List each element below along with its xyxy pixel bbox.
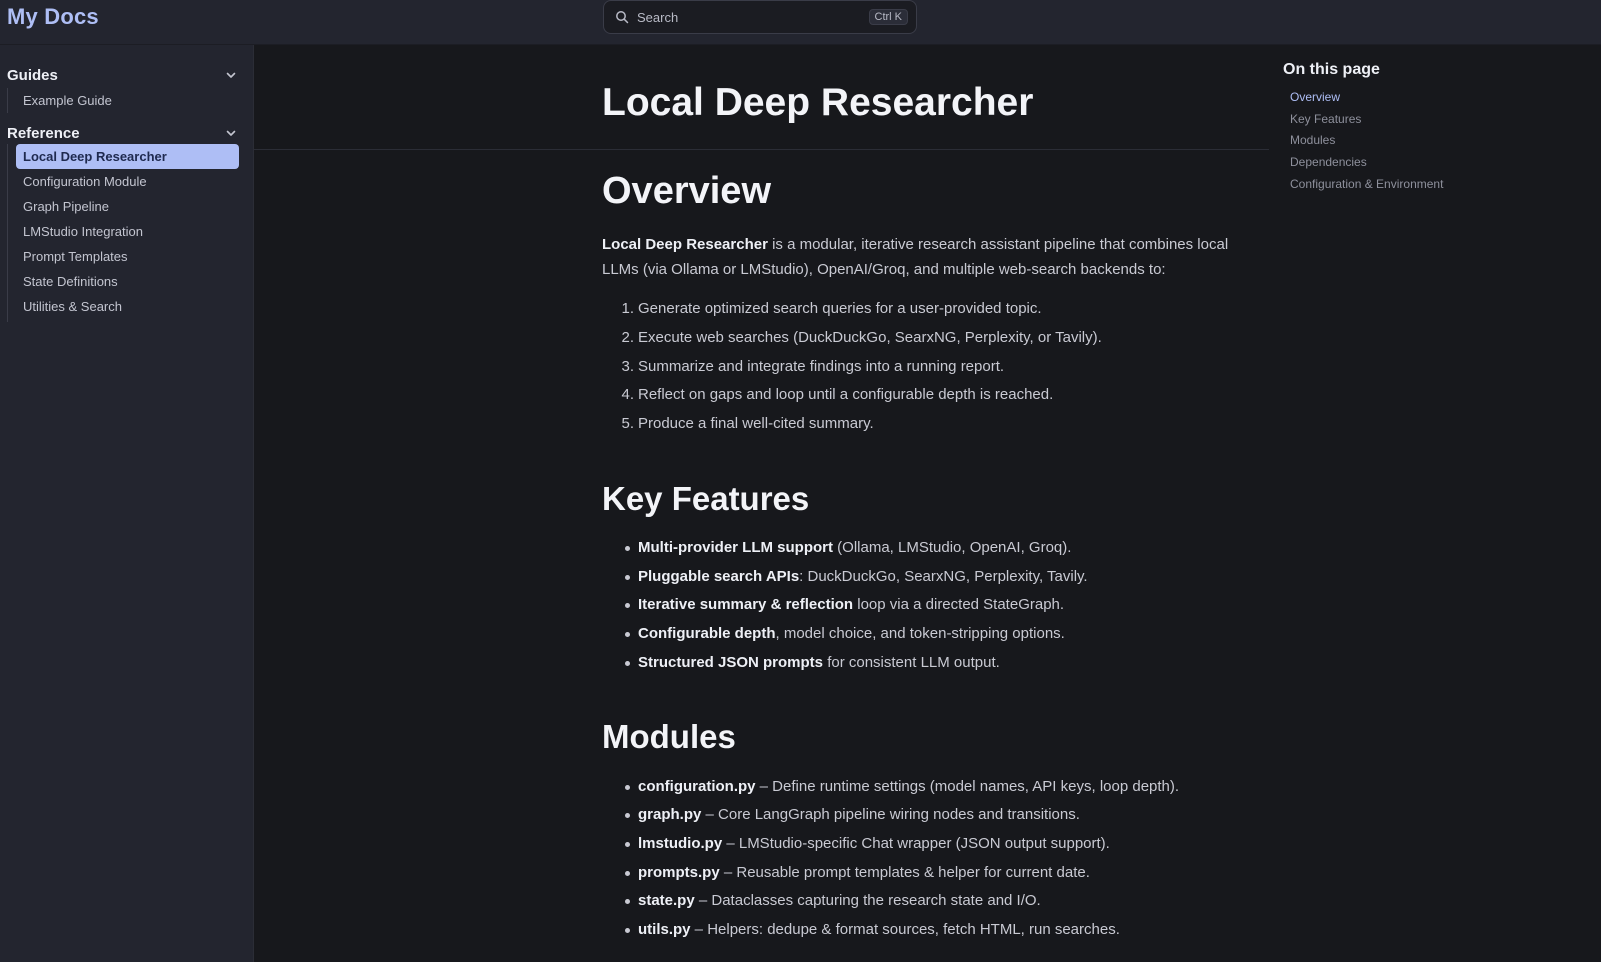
- sidebar-item-local-deep-researcher[interactable]: Local Deep Researcher: [16, 144, 239, 169]
- bullet: [625, 632, 630, 637]
- list-number: 3.: [621, 358, 634, 375]
- feature-bold: Configurable depth: [638, 625, 776, 642]
- bullet: [625, 928, 630, 933]
- list-item: Multi-provider LLM support (Ollama, LMSt…: [625, 539, 1072, 556]
- sidebar: Guides Example Guide Reference Local Dee…: [0, 45, 254, 962]
- page-title-bar: Local Deep Researcher: [254, 45, 1269, 150]
- sidebar-group-title: Guides: [7, 66, 58, 84]
- list-item: graph.py – Core LangGraph pipeline wirin…: [625, 806, 1080, 823]
- overview-intro: Local Deep Researcher is a modular, iter…: [602, 232, 1242, 282]
- list-number: 5.: [621, 415, 634, 432]
- sidebar-item-graph-pipeline[interactable]: Graph Pipeline: [16, 194, 239, 219]
- feature-text: for consistent LLM output.: [823, 654, 1000, 671]
- module-name: graph.py: [638, 806, 702, 823]
- list-item: 3. Summarize and integrate findings into …: [621, 358, 1005, 375]
- sidebar-group-reference[interactable]: Reference: [7, 122, 240, 144]
- feature-text: (Ollama, LMStudio, OpenAI, Groq).: [832, 539, 1072, 556]
- feature-text: loop via a directed StateGraph.: [853, 596, 1065, 613]
- list-item-text: Execute web searches (DuckDuckGo, SearxN…: [638, 329, 1102, 346]
- toc-item-key-features[interactable]: Key Features: [1290, 112, 1361, 126]
- intro-bold: Local Deep Researcher: [602, 236, 768, 253]
- toc-item-overview[interactable]: Overview: [1290, 90, 1340, 104]
- module-text: – LMStudio-specific Chat wrapper (JSON o…: [722, 835, 1110, 852]
- search-box[interactable]: Search Ctrl K: [603, 0, 917, 34]
- sidebar-group-title: Reference: [7, 124, 80, 142]
- site-title[interactable]: My Docs: [7, 4, 99, 30]
- feature-bold: Pluggable search APIs: [638, 568, 800, 585]
- list-item-text: Generate optimized search queries for a …: [638, 300, 1042, 317]
- list-item: Structured JSON prompts for consistent L…: [625, 654, 1000, 671]
- module-name: prompts.py: [638, 864, 720, 881]
- bullet: [625, 575, 630, 580]
- search-icon: [616, 11, 629, 24]
- feature-text: , model choice, and token-stripping opti…: [775, 625, 1065, 642]
- module-text: – Define runtime settings (model names, …: [755, 778, 1180, 795]
- list-item-text: Reflect on gaps and loop until a configu…: [638, 386, 1054, 403]
- module-name: lmstudio.py: [638, 835, 723, 852]
- list-number: 2.: [621, 329, 634, 346]
- list-item: 4. Reflect on gaps and loop until a confi…: [621, 386, 1054, 403]
- page-title: Local Deep Researcher: [602, 81, 1034, 124]
- sidebar-list-guides: Example Guide: [7, 88, 112, 113]
- module-text: – Reusable prompt templates & helper for…: [719, 864, 1090, 881]
- module-text: – Dataclasses capturing the research sta…: [694, 892, 1041, 909]
- feature-bold: Iterative summary & reflection: [638, 596, 854, 613]
- list-item: prompts.py – Reusable prompt templates &…: [625, 864, 1090, 881]
- list-item: 2. Execute web searches (DuckDuckGo, Sear…: [621, 329, 1102, 346]
- sidebar-group-guides[interactable]: Guides: [7, 64, 240, 86]
- heading-modules: Modules: [602, 718, 736, 755]
- list-item-text: Summarize and integrate findings into a …: [638, 358, 1005, 375]
- module-name: configuration.py: [638, 778, 756, 795]
- sidebar-item-utilities-search[interactable]: Utilities & Search: [16, 294, 239, 319]
- list-number: 4.: [621, 386, 634, 403]
- toc-item-dependencies[interactable]: Dependencies: [1290, 155, 1367, 169]
- feature-bold: Structured JSON prompts: [638, 654, 824, 671]
- search-label: Search: [637, 9, 679, 25]
- list-item: 1. Generate optimized search queries for …: [621, 300, 1042, 317]
- module-text: – Core LangGraph pipeline wiring nodes a…: [701, 806, 1080, 823]
- list-item: Iterative summary & reflection loop via …: [625, 596, 1065, 613]
- list-item-text: Produce a final well-cited summary.: [638, 415, 874, 432]
- module-text: – Helpers: dedupe & format sources, fetc…: [690, 921, 1120, 938]
- sidebar-item-state-definitions[interactable]: State Definitions: [16, 269, 239, 294]
- sidebar-list-reference: Local Deep Researcher Configuration Modu…: [7, 144, 239, 322]
- list-item: 5. Produce a final well-cited summary.: [621, 415, 874, 432]
- heading-key-features: Key Features: [602, 480, 810, 517]
- list-number: 1.: [621, 300, 634, 317]
- chevron-down-icon[interactable]: [225, 69, 237, 81]
- bullet: [625, 603, 630, 608]
- table-of-contents: On this page Overview Key Features Modul…: [1269, 45, 1601, 962]
- module-name: state.py: [638, 892, 695, 909]
- list-item: lmstudio.py – LMStudio-specific Chat wra…: [625, 835, 1110, 852]
- toc-title: On this page: [1283, 61, 1380, 78]
- list-item: Configurable depth, model choice, and to…: [625, 625, 1065, 642]
- feature-bold: Multi-provider LLM support: [638, 539, 833, 556]
- list-item: utils.py – Helpers: dedupe & format sour…: [625, 921, 1120, 938]
- search-shortcut-badge: Ctrl K: [868, 9, 908, 25]
- bullet: [625, 842, 630, 847]
- bullet: [625, 871, 630, 876]
- feature-text: : DuckDuckGo, SearxNG, Perplexity, Tavil…: [799, 568, 1088, 585]
- list-item: Pluggable search APIs: DuckDuckGo, Searx…: [625, 568, 1088, 585]
- chevron-down-icon[interactable]: [225, 127, 237, 139]
- module-name: utils.py: [638, 921, 691, 938]
- list-item: state.py – Dataclasses capturing the res…: [625, 892, 1041, 909]
- sidebar-item-lmstudio-integration[interactable]: LMStudio Integration: [16, 219, 239, 244]
- toc-item-modules[interactable]: Modules: [1290, 133, 1335, 147]
- bullet: [625, 546, 630, 551]
- top-header: My Docs Search Ctrl K: [0, 0, 1601, 45]
- bullet: [625, 785, 630, 790]
- bullet: [625, 813, 630, 818]
- sidebar-item-example-guide[interactable]: Example Guide: [16, 88, 239, 113]
- bullet: [625, 899, 630, 904]
- list-item: configuration.py – Define runtime settin…: [625, 778, 1180, 795]
- toc-item-configuration-environment[interactable]: Configuration & Environment: [1290, 177, 1443, 191]
- heading-overview: Overview: [602, 170, 771, 212]
- sidebar-item-configuration-module[interactable]: Configuration Module: [16, 169, 239, 194]
- bullet: [625, 661, 630, 666]
- sidebar-item-prompt-templates[interactable]: Prompt Templates: [16, 244, 239, 269]
